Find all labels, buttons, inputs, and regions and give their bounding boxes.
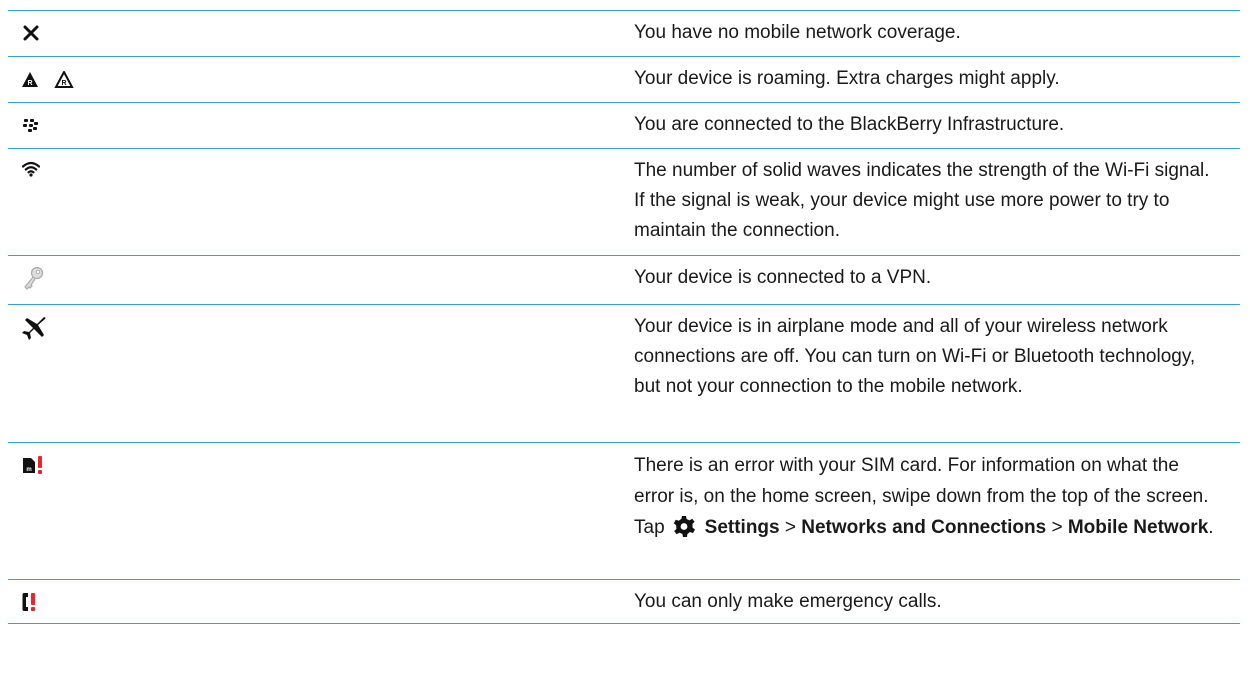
row-description: The number of solid waves indicates the … — [634, 160, 1210, 241]
icon-cell — [8, 103, 616, 148]
emergency-calls-icon — [22, 593, 36, 611]
icon-cell — [8, 149, 616, 255]
table-row: The number of solid waves indicates the … — [8, 148, 1240, 255]
wifi-icon — [22, 161, 40, 177]
networks-label: Networks and Connections — [801, 517, 1047, 538]
svg-text:m: m — [26, 467, 31, 473]
row-description: You can only make emergency calls. — [634, 591, 942, 612]
row-description: Your device is in airplane mode and all … — [634, 316, 1196, 397]
row-description: You have no mobile network coverage. — [634, 22, 961, 43]
table-row: Your device is in airplane mode and all … — [8, 304, 1240, 442]
table-row: You have no mobile network coverage. — [8, 10, 1240, 56]
table-row: m There is an error with your SIM card. … — [8, 442, 1240, 579]
row-description: There is an error with your SIM card. Fo… — [616, 443, 1240, 579]
settings-gear-icon — [673, 516, 695, 537]
icon-cell — [8, 580, 616, 623]
sentence-end: . — [1208, 517, 1214, 538]
path-separator: > — [784, 517, 796, 538]
icon-cell: R R — [8, 57, 616, 102]
mobile-network-label: Mobile Network — [1067, 517, 1209, 538]
svg-text:R: R — [61, 80, 66, 87]
roaming-triangle-icons: R R — [22, 71, 74, 88]
settings-label: Settings — [704, 517, 780, 538]
airplane-icon — [22, 317, 47, 340]
row-description: Your device is connected to a VPN. — [634, 267, 932, 288]
path-separator: > — [1051, 517, 1063, 538]
icon-cell — [8, 305, 616, 442]
table-row: You can only make emergency calls. — [8, 579, 1240, 624]
row-description: Your device is roaming. Extra charges mi… — [634, 68, 1060, 89]
row-description: You are connected to the BlackBerry Infr… — [634, 114, 1065, 135]
icon-table: You have no mobile network coverage. R R… — [8, 10, 1240, 624]
svg-text:R: R — [27, 80, 32, 87]
icon-cell: m — [8, 443, 616, 579]
vpn-key-icon — [24, 266, 44, 290]
table-row: Your device is connected to a VPN. — [8, 255, 1240, 304]
icon-cell — [8, 11, 616, 56]
icon-cell — [8, 256, 616, 304]
table-row: R R Your device is roaming. Extra charge… — [8, 56, 1240, 102]
blackberry-logo-icon — [23, 119, 38, 132]
sim-error-icon: m — [23, 456, 42, 474]
x-no-coverage-icon — [23, 25, 39, 41]
table-row: You are connected to the BlackBerry Infr… — [8, 102, 1240, 148]
